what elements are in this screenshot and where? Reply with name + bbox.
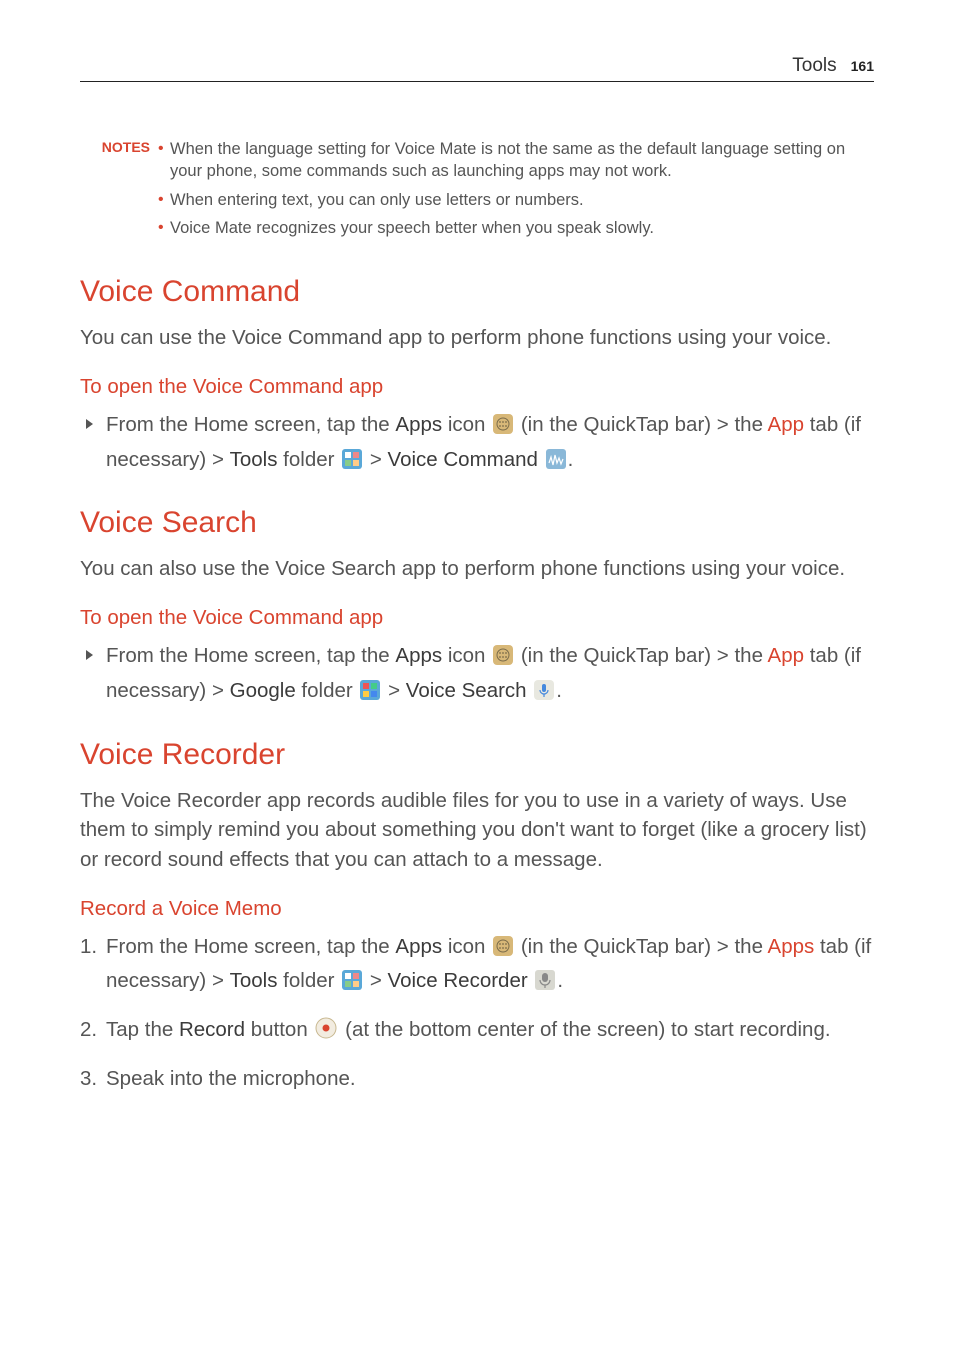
step-number: 2. (80, 1014, 97, 1046)
tools-label: Tools (230, 448, 278, 471)
step-text: (in the QuickTap bar) > the (515, 644, 767, 667)
step-text: folder (277, 969, 340, 992)
step-text: . (568, 448, 574, 471)
step-text: folder (277, 448, 340, 471)
step-text: icon (442, 413, 491, 436)
step-text: (in the QuickTap bar) > the (515, 935, 767, 958)
step-text: folder (296, 679, 359, 702)
page: Tools 161 NOTES When the language settin… (0, 0, 954, 1149)
step-number: 3. (80, 1063, 97, 1095)
tools-folder-icon (342, 968, 362, 1000)
voice-command-icon (546, 447, 566, 479)
tools-folder-icon (342, 447, 362, 479)
section-heading-voice-search: Voice Search (80, 506, 874, 540)
note-item: When entering text, you can only use let… (158, 189, 874, 211)
step-text: > (382, 679, 405, 702)
step-text: icon (442, 935, 491, 958)
voice-search-icon (534, 678, 554, 710)
google-label: Google (230, 679, 296, 702)
step-list: From the Home screen, tap the Apps icon … (80, 409, 874, 479)
apps-tab-label: Apps (768, 935, 815, 958)
voice-command-label: Voice Command (388, 448, 538, 471)
section-intro: The Voice Recorder app records audible f… (80, 786, 874, 875)
voice-search-label: Voice Search (406, 679, 527, 702)
triangle-bullet-icon (86, 419, 93, 429)
page-number: 161 (851, 58, 874, 74)
record-label: Record (179, 1018, 245, 1041)
step-text: . (556, 679, 562, 702)
voice-recorder-icon (535, 968, 555, 1000)
notes-block: NOTES When the language setting for Voic… (80, 138, 874, 245)
step-text: (in the QuickTap bar) > the (515, 413, 767, 436)
apps-icon (493, 934, 513, 966)
step-text: Tap the (106, 1018, 179, 1041)
sub-heading: To open the Voice Command app (80, 375, 874, 399)
step-item: 3. Speak into the microphone. (80, 1063, 874, 1095)
notes-body: When the language setting for Voice Mate… (158, 138, 874, 245)
step-text: From the Home screen, tap the (106, 413, 395, 436)
note-item: When the language setting for Voice Mate… (158, 138, 874, 183)
app-tab-label: App (768, 413, 804, 436)
record-button-icon (315, 1017, 337, 1049)
step-text: From the Home screen, tap the (106, 644, 395, 667)
sub-heading: Record a Voice Memo (80, 897, 874, 921)
apps-icon (493, 412, 513, 444)
step-list: From the Home screen, tap the Apps icon … (80, 640, 874, 710)
section-intro: You can use the Voice Command app to per… (80, 323, 874, 353)
sub-heading: To open the Voice Command app (80, 606, 874, 630)
step-item: From the Home screen, tap the Apps icon … (80, 409, 874, 479)
step-item: 1. From the Home screen, tap the Apps ic… (80, 931, 874, 1001)
step-number: 1. (80, 931, 97, 963)
section-heading-voice-command: Voice Command (80, 275, 874, 309)
google-folder-icon (360, 678, 380, 710)
step-text: > (364, 448, 387, 471)
step-text: . (557, 969, 563, 992)
notes-label: NOTES (80, 138, 158, 155)
tools-label: Tools (230, 969, 278, 992)
apps-label: Apps (395, 935, 442, 958)
step-text: icon (442, 644, 491, 667)
step-text: Speak into the microphone. (106, 1067, 356, 1090)
app-tab-label: App (768, 644, 804, 667)
step-item: From the Home screen, tap the Apps icon … (80, 640, 874, 710)
step-item: 2. Tap the Record button (at the bottom … (80, 1014, 874, 1049)
step-text: button (245, 1018, 313, 1041)
section-heading-voice-recorder: Voice Recorder (80, 738, 874, 772)
voice-recorder-label: Voice Recorder (388, 969, 528, 992)
step-text: (at the bottom center of the screen) to … (339, 1018, 830, 1041)
note-item: Voice Mate recognizes your speech better… (158, 217, 874, 239)
chapter-title: Tools (792, 55, 836, 77)
section-intro: You can also use the Voice Search app to… (80, 554, 874, 584)
apps-label: Apps (395, 413, 442, 436)
apps-label: Apps (395, 644, 442, 667)
apps-icon (493, 643, 513, 675)
step-text: > (364, 969, 387, 992)
page-header: Tools 161 (80, 55, 874, 82)
triangle-bullet-icon (86, 650, 93, 660)
step-text: From the Home screen, tap the (106, 935, 395, 958)
